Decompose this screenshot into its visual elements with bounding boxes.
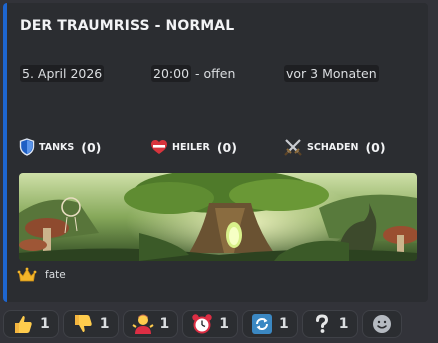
event-relative-value: vor 3 Monaten	[284, 65, 379, 82]
thumbs-down-icon	[74, 315, 92, 332]
embed-title: DER TRAUMRISS - NORMAL	[20, 18, 235, 34]
reaction-count: 1	[159, 316, 170, 332]
event-banner-image[interactable]	[19, 173, 417, 261]
embed-footer: fate	[17, 267, 66, 283]
add-reaction-icon	[372, 315, 391, 333]
repeat-icon	[252, 314, 272, 334]
heart-icon	[151, 140, 167, 154]
role-heiler-count: (0)	[216, 139, 237, 155]
role-tanks-count: (0)	[81, 139, 102, 155]
role-schaden-label: SCHADEN	[307, 141, 359, 153]
event-date-value: 5. April 2026	[20, 65, 105, 82]
reaction-count: 1	[338, 316, 349, 332]
footer-author-name: fate	[45, 269, 66, 281]
reaction-thumbs-down[interactable]: 1	[62, 310, 119, 338]
reaction-shrug[interactable]: 1	[122, 310, 179, 338]
embed-accent-bar	[3, 3, 7, 302]
reaction-count: 1	[40, 316, 50, 332]
reaction-count: 1	[99, 316, 110, 332]
role-heiler: HEILER (0)	[150, 137, 237, 157]
crown-icon	[17, 267, 37, 282]
reaction-thumbs-up[interactable]: 1	[3, 310, 59, 338]
crossed-swords-icon	[284, 139, 302, 156]
forest-illustration	[19, 173, 417, 261]
event-time: 20:00 - offen	[151, 65, 236, 82]
event-time-value: 20:00	[151, 65, 192, 82]
add-reaction-button[interactable]	[361, 310, 402, 338]
question-icon	[315, 314, 328, 333]
person-shrug-icon	[131, 314, 154, 334]
role-schaden: SCHADEN (0)	[283, 137, 386, 157]
reaction-repeat[interactable]: 1	[242, 310, 298, 338]
alarm-clock-icon	[192, 314, 212, 334]
reaction-count: 1	[279, 316, 289, 332]
reaction-question[interactable]: 1	[301, 310, 358, 338]
reaction-count: 1	[219, 316, 229, 332]
role-tanks: TANKS (0)	[19, 137, 101, 157]
event-relative-time: vor 3 Monaten	[284, 65, 379, 82]
role-schaden-count: (0)	[365, 139, 386, 155]
shield-icon	[19, 138, 35, 156]
reaction-alarm-clock[interactable]: 1	[182, 310, 238, 338]
event-date: 5. April 2026	[20, 65, 105, 82]
role-heiler-label: HEILER	[172, 141, 210, 153]
event-time-suffix: - offen	[191, 66, 236, 81]
thumbs-up-icon	[15, 316, 32, 333]
reaction-bar: 1 1 1 1 1 1	[3, 310, 402, 338]
role-tanks-label: TANKS	[39, 141, 75, 153]
event-embed: DER TRAUMRISS - NORMAL 5. April 2026 20:…	[3, 3, 428, 302]
